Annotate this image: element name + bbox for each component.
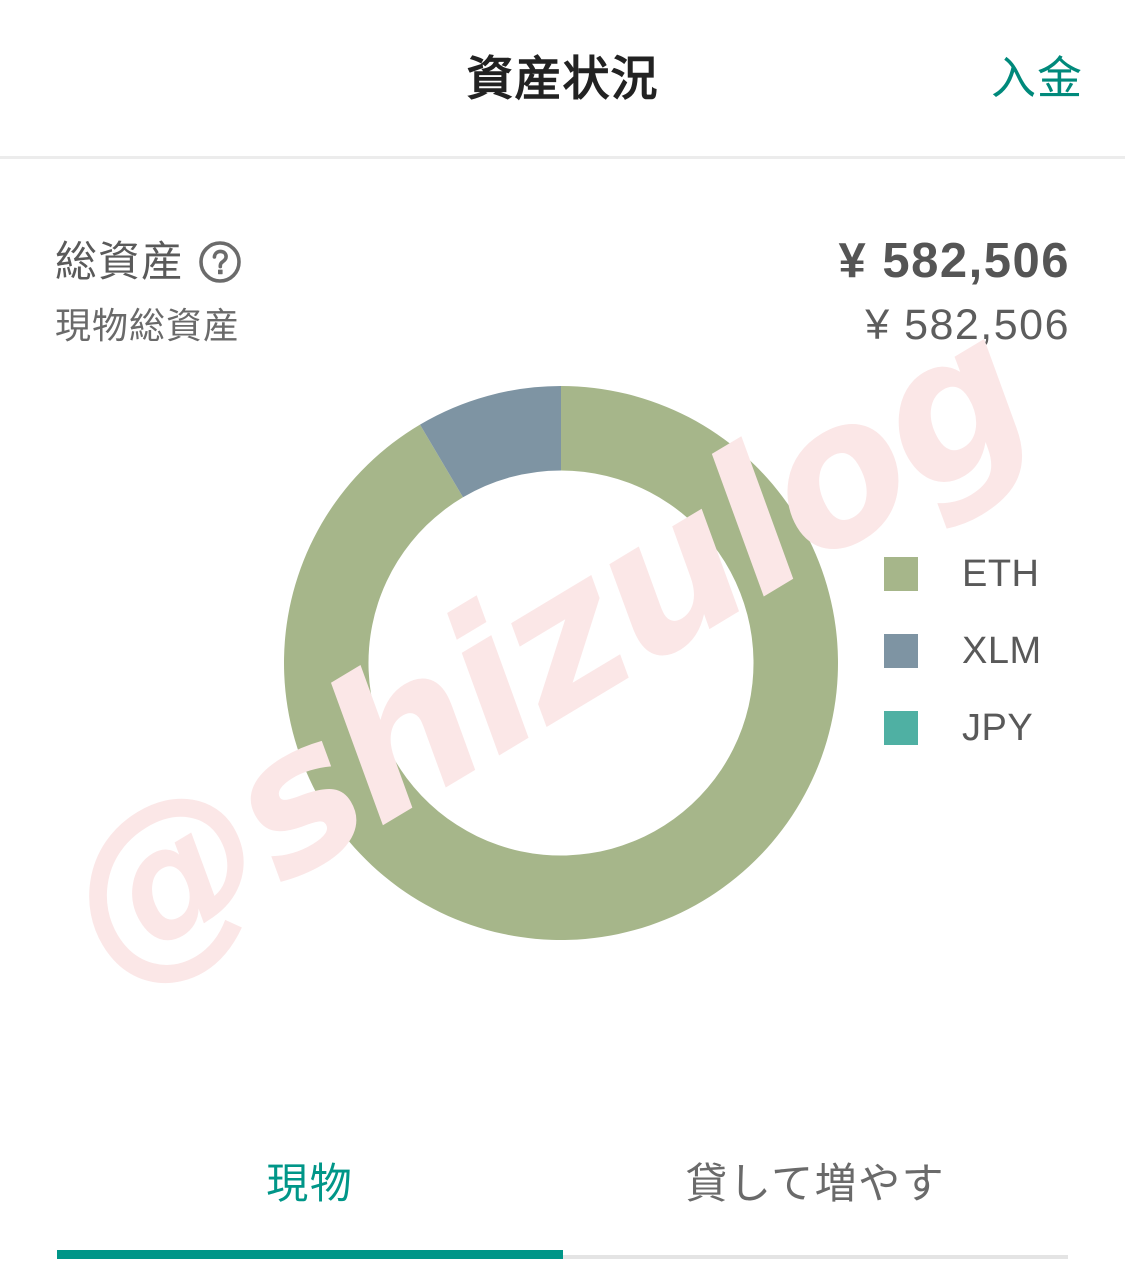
- tab-spot-label: 現物: [266, 1159, 354, 1207]
- asset-status-screen: 資産状況 入金 総資産 ¥ 582,506 現物総資産 ¥ 582,506 ET…: [0, 0, 1125, 1283]
- spot-assets-value: ¥ 582,506: [865, 301, 1070, 349]
- legend-swatch-eth: [884, 557, 918, 591]
- tab-lending-underline: [563, 1250, 1069, 1259]
- total-assets-row: 総資産 ¥ 582,506: [55, 237, 1070, 286]
- legend-swatch-xlm: [884, 634, 918, 668]
- chart-legend: ETH XLM JPY: [884, 555, 1042, 747]
- total-assets-value: ¥ 582,506: [838, 234, 1070, 288]
- legend-label-jpy: JPY: [962, 707, 1034, 749]
- bottom-tabbar: 現物 貸して増やす: [0, 1138, 1125, 1283]
- donut-chart: [284, 386, 838, 940]
- tab-spot-underline: [57, 1250, 563, 1259]
- tab-list: 現物 貸して増やす: [57, 1138, 1068, 1259]
- page-title: 資産状況: [466, 51, 659, 105]
- total-assets-label-group: 総資産: [55, 240, 242, 284]
- legend-swatch-jpy: [884, 711, 918, 745]
- help-circle-icon[interactable]: [198, 240, 242, 284]
- tab-lending[interactable]: 貸して増やす: [563, 1138, 1069, 1259]
- tab-spot[interactable]: 現物: [57, 1138, 563, 1259]
- deposit-button[interactable]: 入金: [991, 56, 1083, 101]
- legend-item-eth: ETH: [884, 555, 1042, 593]
- tab-lending-label: 貸して増やす: [685, 1159, 946, 1207]
- asset-summary: 総資産 ¥ 582,506 現物総資産 ¥ 582,506: [0, 237, 1125, 347]
- total-assets-label: 総資産: [55, 237, 185, 285]
- app-header: 資産状況 入金: [0, 0, 1125, 159]
- spot-assets-label: 現物総資産: [55, 304, 241, 346]
- legend-item-jpy: JPY: [884, 709, 1042, 747]
- legend-item-xlm: XLM: [884, 632, 1042, 670]
- asset-allocation-chart: ETH XLM JPY: [0, 375, 1125, 1075]
- legend-label-eth: ETH: [962, 553, 1040, 595]
- spot-assets-row: 現物総資産 ¥ 582,506: [55, 304, 1070, 347]
- legend-label-xlm: XLM: [962, 630, 1042, 672]
